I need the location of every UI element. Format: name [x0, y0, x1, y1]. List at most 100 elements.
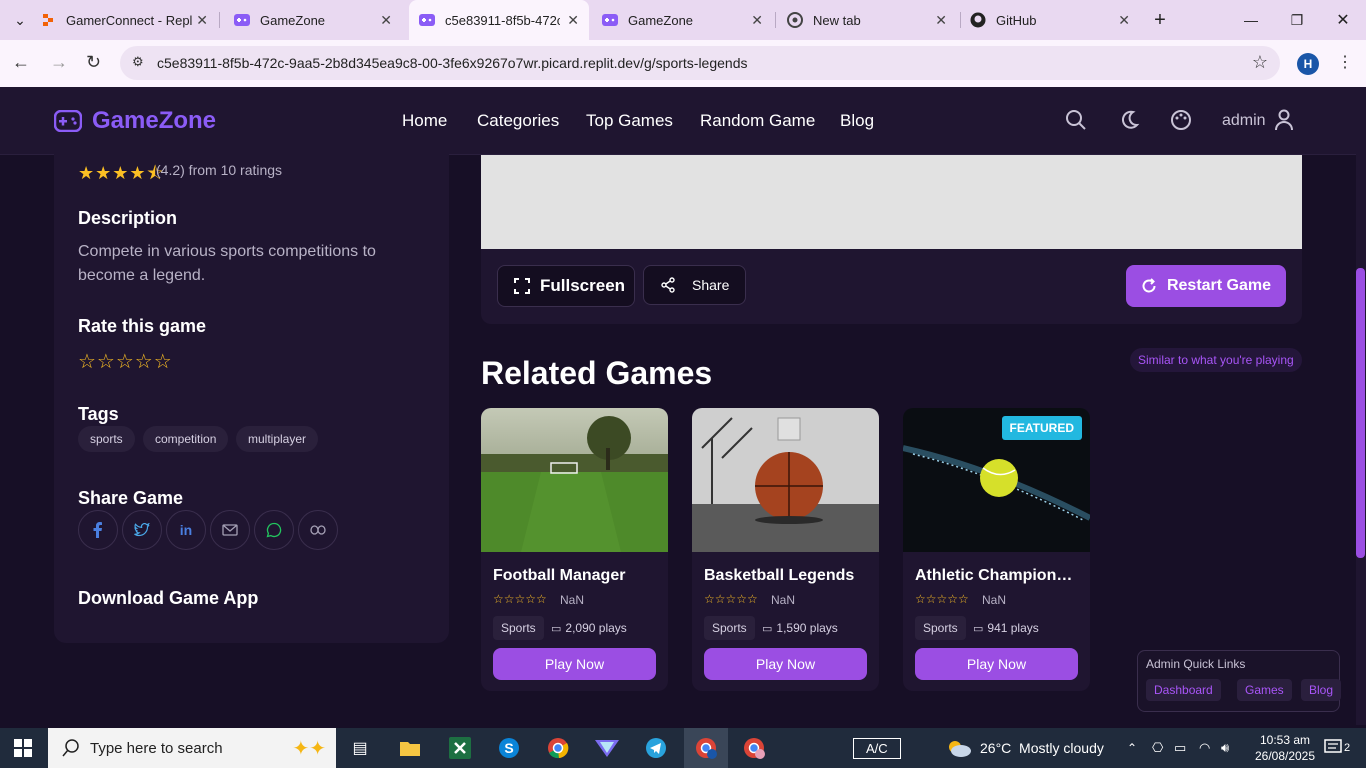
play-now-button[interactable]: Play Now	[493, 648, 656, 680]
chrome-profile-2-icon[interactable]	[740, 734, 768, 762]
close-icon[interactable]: ✕	[567, 12, 579, 29]
wifi-icon[interactable]: ◠	[1199, 728, 1210, 768]
minimize-icon[interactable]: —	[1228, 0, 1274, 40]
tag-sports[interactable]: sports	[78, 426, 135, 452]
rate-heading: Rate this game	[78, 316, 207, 336]
similar-pill: Similar to what you're playing	[1130, 348, 1302, 372]
back-icon[interactable]: ←	[12, 52, 30, 73]
task-view-icon[interactable]: ▤	[346, 734, 374, 762]
close-icon[interactable]: ✕	[380, 12, 392, 29]
browser-tab-title: GameZone	[260, 12, 326, 28]
skype-icon[interactable]: S	[495, 734, 523, 762]
user-name[interactable]: admin	[1222, 112, 1266, 130]
nav-blog[interactable]: Blog	[840, 111, 874, 131]
windows-start-icon[interactable]	[14, 739, 32, 762]
quick-link-games[interactable]: Games	[1237, 679, 1292, 701]
facebook-icon[interactable]	[78, 510, 118, 550]
profile-avatar[interactable]: H	[1297, 53, 1319, 75]
close-icon[interactable]: ✕	[935, 12, 947, 29]
game-card-plays-text: 2,090 plays	[565, 621, 627, 635]
share-button[interactable]: Share	[643, 265, 746, 305]
battery-icon[interactable]: ▭	[1174, 728, 1186, 768]
forward-icon[interactable]: →	[50, 52, 68, 73]
link-icon[interactable]	[298, 510, 338, 550]
address-bar[interactable]: ⚙ c5e83911-8f5b-472c-9aa5-2b8d345ea9c8-0…	[120, 46, 1280, 80]
telegram-icon[interactable]	[642, 734, 670, 762]
window-close-icon[interactable]: ✕	[1320, 0, 1366, 40]
browser-tab-title: GitHub	[996, 12, 1037, 28]
fullscreen-button[interactable]: Fullscreen	[497, 265, 635, 307]
browser-tab-title: GamerConnect - Repl	[66, 12, 193, 28]
menu-kebab-icon[interactable]: ⋮	[1337, 52, 1353, 72]
rate-stars-input[interactable]: ☆☆☆☆☆	[78, 349, 173, 374]
mail-icon[interactable]	[210, 510, 250, 550]
nav-random-game[interactable]: Random Game	[700, 111, 815, 131]
browser-tab-1[interactable]: GamerConnect - Repl ✕	[40, 0, 220, 40]
quick-link-dashboard[interactable]: Dashboard	[1146, 679, 1221, 701]
game-card[interactable]: Basketball Legends ☆☆☆☆☆ NaN Sports ▭ 1,5…	[692, 408, 879, 691]
site-settings-icon[interactable]: ⚙	[132, 54, 144, 70]
twitter-icon[interactable]	[122, 510, 162, 550]
cloudy-weather-icon	[946, 738, 972, 758]
nav-top-games[interactable]: Top Games	[586, 111, 673, 131]
tag-competition[interactable]: competition	[143, 426, 229, 452]
reload-icon[interactable]: ↻	[86, 52, 101, 73]
scrollbar-thumb[interactable]	[1356, 268, 1365, 558]
game-card[interactable]: FEATURED Athletic Championship ☆☆☆☆☆ NaN…	[903, 408, 1090, 691]
tags-heading: Tags	[78, 404, 119, 424]
chrome-icon[interactable]	[544, 734, 572, 762]
notifications-icon[interactable]: 2	[1324, 728, 1350, 768]
tab-search-button[interactable]: ⌄	[0, 0, 40, 40]
whatsapp-icon[interactable]	[254, 510, 294, 550]
close-icon[interactable]: ✕	[196, 12, 208, 29]
gamepad-icon	[54, 110, 82, 132]
restore-icon[interactable]: ❐	[1274, 0, 1320, 40]
play-now-button[interactable]: Play Now	[704, 648, 867, 680]
show-hidden-icons-icon[interactable]: ⌃	[1127, 728, 1137, 768]
file-explorer-icon[interactable]	[396, 734, 424, 762]
browser-tab-5[interactable]: New tab ✕	[777, 0, 959, 40]
meet-now-icon[interactable]: ⎔	[1152, 728, 1163, 768]
taskbar-search[interactable]: Type here to search ✦✦	[48, 728, 336, 768]
quick-link-blog[interactable]: Blog	[1301, 679, 1342, 701]
browser-tab-3-active[interactable]: c5e83911-8f5b-472c- ✕	[409, 0, 589, 40]
game-card-plays: ▭ 2,090 plays	[551, 621, 627, 635]
linkedin-icon[interactable]: in	[166, 510, 206, 550]
game-card[interactable]: Football Manager ☆☆☆☆☆ NaN Sports ▭ 2,090…	[481, 408, 668, 691]
user-icon[interactable]	[1274, 109, 1298, 133]
game-frame[interactable]	[481, 155, 1302, 249]
excel-icon[interactable]	[446, 734, 474, 762]
admin-quick-links: Admin Quick Links Dashboard Games Blog	[1137, 650, 1342, 712]
game-card-title[interactable]: Basketball Legends	[704, 567, 869, 585]
gamepad-icon	[602, 12, 618, 28]
system-clock[interactable]: 10:53 am 26/08/2025	[1253, 732, 1317, 764]
browser-tab-2[interactable]: GameZone ✕	[222, 0, 408, 40]
weather-widget[interactable]: 26°C Mostly cloudy	[946, 728, 1104, 768]
nav-home[interactable]: Home	[402, 111, 447, 131]
vpn-icon[interactable]	[593, 734, 621, 762]
new-tab-button[interactable]: +	[1138, 0, 1182, 40]
chrome-profile-h-icon[interactable]	[684, 728, 728, 768]
moon-icon[interactable]	[1118, 109, 1142, 133]
notification-count: 2	[1344, 742, 1351, 754]
bookmark-star-icon[interactable]: ☆	[1252, 52, 1268, 73]
restart-game-button[interactable]: Restart Game	[1126, 265, 1286, 307]
browser-tab-6[interactable]: GitHub ✕	[962, 0, 1144, 40]
site-logo[interactable]: GameZone	[54, 107, 216, 135]
close-icon[interactable]: ✕	[1118, 12, 1130, 29]
close-icon[interactable]: ✕	[751, 12, 763, 29]
gamepad-icon	[234, 12, 250, 28]
game-card-title[interactable]: Athletic Championship	[915, 567, 1080, 585]
search-icon[interactable]	[1065, 109, 1089, 133]
browser-tab-4[interactable]: GameZone ✕	[590, 0, 775, 40]
nav-categories[interactable]: Categories	[477, 111, 559, 131]
tag-multiplayer[interactable]: multiplayer	[236, 426, 319, 452]
game-card-title[interactable]: Football Manager	[493, 567, 658, 585]
game-info-sidebar: ★★★★⯪ (4.2) from 10 ratings Description …	[54, 145, 449, 643]
palette-icon[interactable]	[1170, 109, 1194, 133]
battery-indicator[interactable]: A/C	[853, 728, 901, 768]
browser-tab-title: GameZone	[628, 12, 694, 28]
volume-icon[interactable]: 🔊︎	[1221, 728, 1229, 768]
gamepad-icon: ▭	[973, 622, 984, 635]
play-now-button[interactable]: Play Now	[915, 648, 1078, 680]
